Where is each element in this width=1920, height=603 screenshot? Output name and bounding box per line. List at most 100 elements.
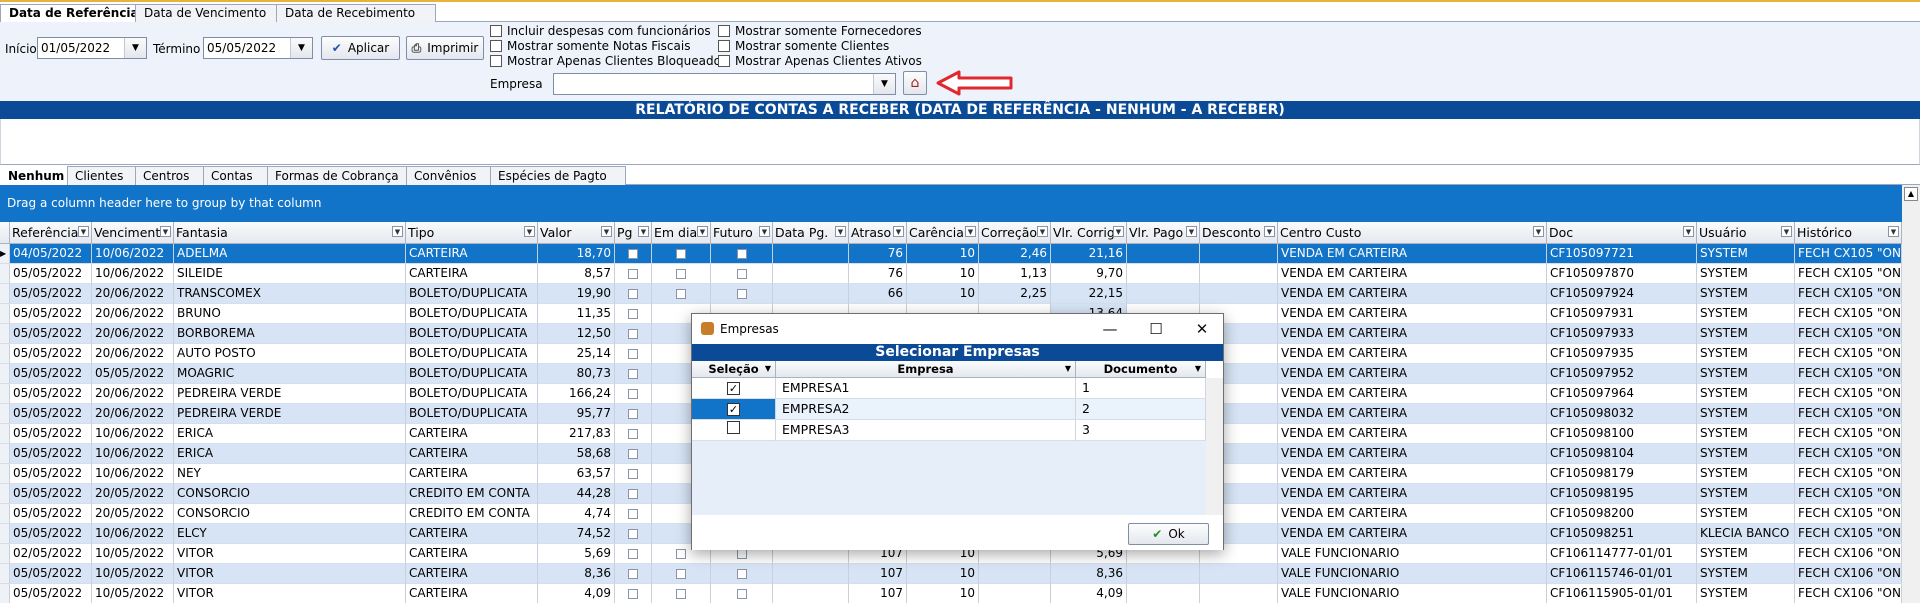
cell-historico[interactable]: FECH CX105 "ONL — [1795, 244, 1902, 264]
cell-fantasia[interactable]: MOAGRIC — [174, 364, 406, 384]
cell-valor[interactable]: 58,68 — [538, 444, 615, 464]
selecao-cell[interactable] — [692, 420, 776, 441]
cell-tipo[interactable]: BOLETO/DUPLICATA — [406, 344, 538, 364]
cell-referencia[interactable]: 05/05/2022 — [10, 284, 92, 304]
cell-valor[interactable]: 8,36 — [538, 564, 615, 584]
filter-icon[interactable]: ▼ — [638, 226, 649, 237]
col-header-usuario[interactable]: Usuário ▼ — [1697, 222, 1795, 244]
cell-pg[interactable] — [615, 564, 652, 584]
cell-usuario[interactable]: SYSTEM — [1697, 564, 1795, 584]
row-checkbox[interactable] — [628, 528, 638, 539]
cell-usuario[interactable]: SYSTEM — [1697, 244, 1795, 264]
maximize-icon[interactable]: ☐ — [1133, 314, 1179, 344]
row-indicator[interactable] — [0, 484, 10, 504]
cell-pg[interactable] — [615, 344, 652, 364]
cell-valor[interactable]: 8,57 — [538, 264, 615, 284]
cell-desconto[interactable] — [1200, 264, 1278, 284]
cell-tipo[interactable]: BOLETO/DUPLICATA — [406, 284, 538, 304]
cell-vlr-pago[interactable] — [1127, 584, 1200, 603]
cell-historico[interactable]: FECH CX105 "ONL — [1795, 284, 1902, 304]
cell-pg[interactable] — [615, 424, 652, 444]
cell-valor[interactable]: 217,83 — [538, 424, 615, 444]
cell-centro-custo[interactable]: VENDA EM CARTEIRA — [1278, 504, 1547, 524]
cell-vlr-corrig[interactable]: 9,70 — [1051, 264, 1127, 284]
cell-tipo[interactable]: CARTEIRA — [406, 544, 538, 564]
cell-vlr-corrig[interactable]: 22,15 — [1051, 284, 1127, 304]
filter-icon[interactable]: ▼ — [759, 226, 770, 237]
cell-fantasia[interactable]: CONSORCIO — [174, 504, 406, 524]
row-checkbox[interactable] — [628, 388, 638, 399]
documento-cell[interactable]: 3 — [1076, 420, 1206, 441]
row-checkbox[interactable] — [628, 328, 638, 339]
check-clientes-bloqueados[interactable] — [490, 55, 502, 67]
cell-valor[interactable]: 18,70 — [538, 244, 615, 264]
cell-carencia[interactable]: 10 — [907, 244, 979, 264]
cell-futuro[interactable] — [711, 584, 773, 603]
cell-referencia[interactable]: 02/05/2022 — [10, 544, 92, 564]
selecao-cell[interactable]: ✓ — [692, 378, 776, 399]
cell-fantasia[interactable]: CONSORCIO — [174, 484, 406, 504]
tab-centros[interactable]: Centros — [135, 166, 209, 185]
row-checkbox[interactable] — [628, 288, 638, 299]
cell-vencimento[interactable]: 10/06/2022 — [92, 424, 174, 444]
cell-usuario[interactable]: SYSTEM — [1697, 384, 1795, 404]
cell-centro-custo[interactable]: VENDA EM CARTEIRA — [1278, 424, 1547, 444]
cell-pg[interactable] — [615, 244, 652, 264]
cell-doc[interactable]: CF105098195 — [1547, 484, 1697, 504]
row-checkbox[interactable] — [628, 348, 638, 359]
cell-vencimento[interactable]: 20/06/2022 — [92, 324, 174, 344]
cell-vlr-corrig[interactable]: 8,36 — [1051, 564, 1127, 584]
cell-centro-custo[interactable]: VENDA EM CARTEIRA — [1278, 304, 1547, 324]
cell-referencia[interactable]: 05/05/2022 — [10, 584, 92, 603]
cell-data-pg[interactable] — [773, 244, 849, 264]
cell-doc[interactable]: CF105098104 — [1547, 444, 1697, 464]
cell-referencia[interactable]: 05/05/2022 — [10, 324, 92, 344]
row-checkbox[interactable] — [676, 548, 686, 559]
cell-correcao[interactable]: 1,13 — [979, 264, 1051, 284]
row-indicator[interactable] — [0, 284, 10, 304]
cell-vencimento[interactable]: 10/05/2022 — [92, 544, 174, 564]
cell-vlr-corrig[interactable]: 4,09 — [1051, 584, 1127, 603]
col-header-valor[interactable]: Valor ▼ — [538, 222, 615, 244]
cell-pg[interactable] — [615, 304, 652, 324]
cell-futuro[interactable] — [711, 264, 773, 284]
cell-tipo[interactable]: BOLETO/DUPLICATA — [406, 364, 538, 384]
cell-doc[interactable]: CF106115746-01/01 — [1547, 564, 1697, 584]
row-indicator[interactable] — [0, 524, 10, 544]
cell-carencia[interactable]: 10 — [907, 564, 979, 584]
cell-fantasia[interactable]: BRUNO — [174, 304, 406, 324]
cell-centro-custo[interactable]: VALE FUNCIONARIO — [1278, 544, 1547, 564]
cell-em-dia[interactable] — [652, 284, 711, 304]
cell-desconto[interactable] — [1200, 244, 1278, 264]
cell-doc[interactable]: CF105098100 — [1547, 424, 1697, 444]
chevron-down-icon[interactable]: ▼ — [765, 361, 771, 377]
cell-fantasia[interactable]: PEDREIRA VERDE — [174, 404, 406, 424]
col-header-centro-custo[interactable]: Centro Custo ▼ — [1278, 222, 1547, 244]
cell-centro-custo[interactable]: VENDA EM CARTEIRA — [1278, 324, 1547, 344]
cell-vlr-pago[interactable] — [1127, 244, 1200, 264]
cell-fantasia[interactable]: ERICA — [174, 424, 406, 444]
empresa-cell[interactable]: EMPRESA1 — [776, 378, 1076, 399]
cell-referencia[interactable]: 04/05/2022 — [10, 244, 92, 264]
cell-data-pg[interactable] — [773, 264, 849, 284]
cell-carencia[interactable]: 10 — [907, 284, 979, 304]
cell-pg[interactable] — [615, 484, 652, 504]
cell-historico[interactable]: FECH CX105 "ONL — [1795, 324, 1902, 344]
cell-vencimento[interactable]: 20/06/2022 — [92, 304, 174, 324]
filter-icon[interactable]: ▼ — [1888, 226, 1899, 237]
cell-pg[interactable] — [615, 544, 652, 564]
chevron-down-icon[interactable]: ▼ — [290, 38, 312, 58]
col-header-futuro[interactable]: Futuro ▼ — [711, 222, 773, 244]
filter-icon[interactable]: ▼ — [1533, 226, 1544, 237]
cell-vlr-pago[interactable] — [1127, 264, 1200, 284]
row-checkbox[interactable] — [628, 448, 638, 459]
cell-valor[interactable]: 166,24 — [538, 384, 615, 404]
row-checkbox[interactable] — [676, 268, 686, 279]
cell-vencimento[interactable]: 10/06/2022 — [92, 444, 174, 464]
cell-vlr-corrig[interactable]: 21,16 — [1051, 244, 1127, 264]
col-header-vencimento[interactable]: Vencimento ▼ — [92, 222, 174, 244]
cell-pg[interactable] — [615, 584, 652, 603]
row-indicator[interactable] — [0, 404, 10, 424]
cell-referencia[interactable]: 05/05/2022 — [10, 564, 92, 584]
cell-centro-custo[interactable]: VENDA EM CARTEIRA — [1278, 404, 1547, 424]
